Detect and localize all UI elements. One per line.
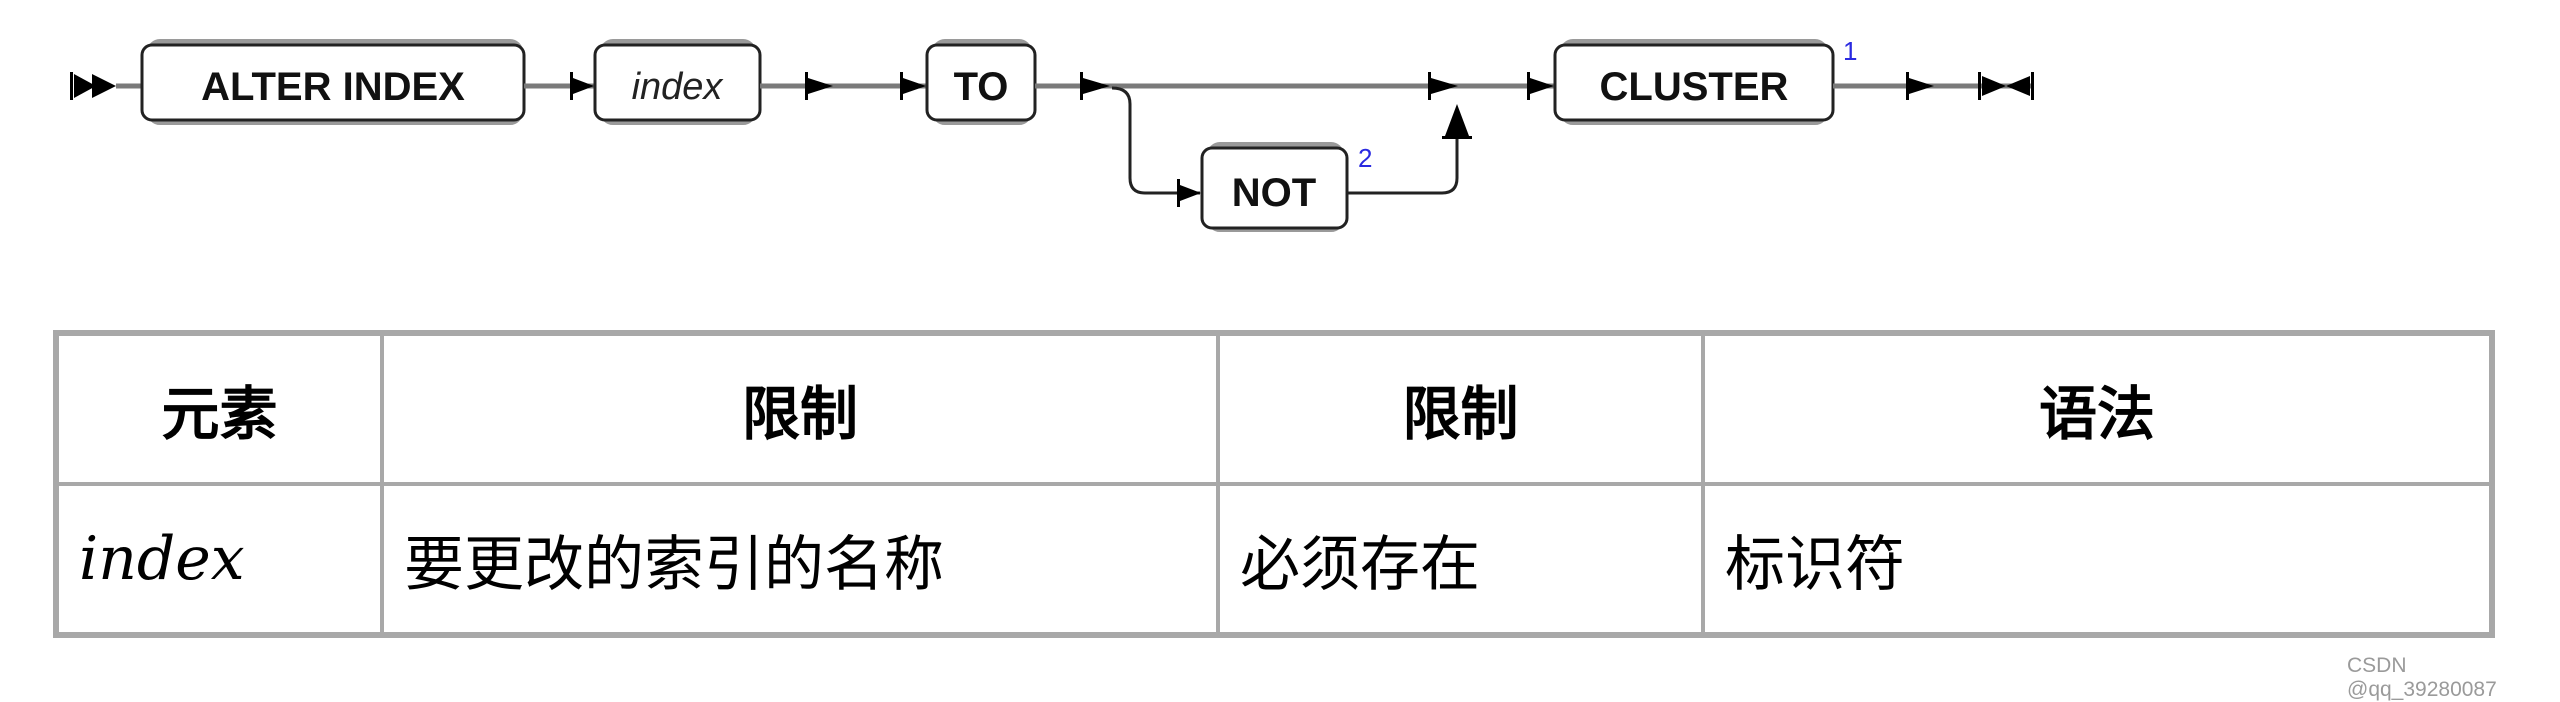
branch-arrow-icon (1080, 72, 1110, 100)
arrow-icon (1177, 179, 1201, 207)
header-restriction: 限制 (380, 331, 1220, 486)
not-label: NOT (1232, 171, 1316, 215)
cell-description: 要更改的索引的名称 (380, 482, 1220, 637)
keyword-to: TO (925, 39, 1037, 125)
footnote-2: 2 (1358, 143, 1372, 173)
merge-up-arrow-icon (1442, 104, 1472, 139)
keyword-cluster: CLUSTER (1553, 39, 1835, 125)
table-row: index 要更改的索引的名称 必须存在 标识符 (54, 482, 2494, 637)
keyword-alter-index: ALTER INDEX (140, 39, 526, 125)
cell-element: index (54, 482, 384, 637)
variable-index: index (593, 39, 762, 125)
branch-path-down (1111, 86, 1200, 195)
watermark: CSDN @qq_39280087 (2347, 654, 2497, 701)
table-header-row: 元素 限制 限制 语法 (54, 331, 2494, 486)
start-marker-icon (70, 72, 116, 100)
arrow-icon (900, 72, 926, 100)
syntax-table: 元素 限制 限制 语法 index 要更改的索引的名称 必须存在 标识符 (53, 330, 2495, 638)
arrow-icon (1527, 72, 1554, 100)
header-syntax: 语法 (1701, 331, 2494, 486)
index-label: index (632, 66, 725, 108)
keyword-not: NOT (1200, 142, 1349, 232)
to-label: TO (954, 65, 1009, 109)
alter-index-label: ALTER INDEX (201, 65, 465, 109)
header-restriction-2: 限制 (1216, 331, 1705, 486)
header-element: 元素 (54, 331, 384, 486)
arrow-icon (570, 72, 594, 100)
arrow-icon (1906, 72, 1934, 100)
end-marker-icon (1978, 72, 2034, 100)
arrow-icon (805, 72, 833, 100)
footnote-1: 1 (1843, 36, 1857, 66)
cell-restriction: 必须存在 (1216, 482, 1705, 637)
railroad-diagram: ALTER INDEX index TO NOT 2 CLUSTER 1 (70, 36, 2034, 232)
merge-arrow-icon (1428, 72, 1458, 100)
cluster-label: CLUSTER (1600, 65, 1789, 109)
cell-syntax: 标识符 (1701, 482, 2494, 637)
